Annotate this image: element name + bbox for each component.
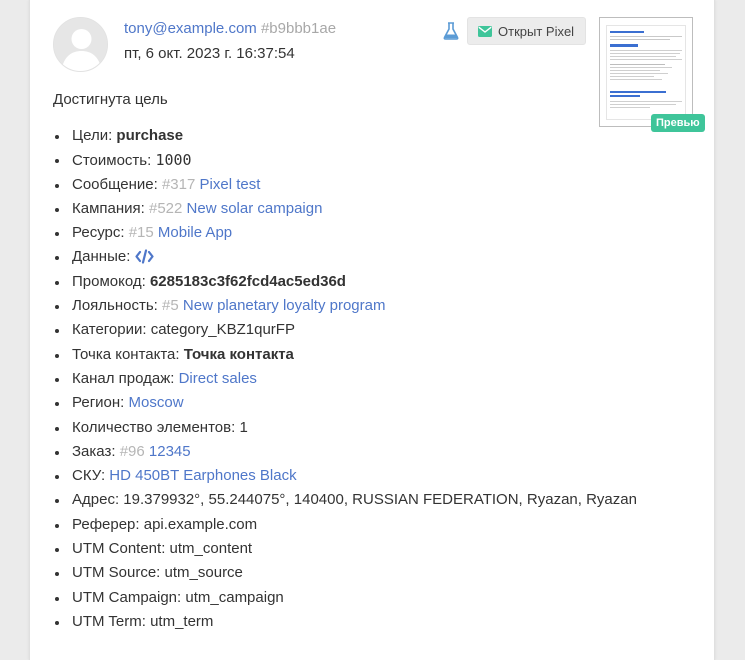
event-fields-list: Цели: purchase Стоимость: 1000 Сообщение… — [53, 124, 693, 634]
field-id: #96 — [119, 442, 145, 460]
resource-link[interactable]: Mobile App — [158, 224, 232, 241]
field-label: Стоимость: — [72, 152, 152, 170]
field-data: Данные: — [53, 245, 693, 269]
field-goals: Цели: purchase — [53, 124, 693, 148]
field-utm-content: UTM Content: utm_content — [53, 537, 693, 561]
field-value: 19.379932°, 55.244075°, 140400, RUSSIAN … — [123, 491, 637, 509]
field-label: UTM Content: — [72, 540, 166, 558]
field-label: Регион: — [72, 394, 125, 412]
field-campaign: Кампания: #522 New solar campaign — [53, 197, 693, 221]
field-contact-point: Точка контакта: Точка контакта — [53, 343, 693, 367]
open-pixel-label: Открыт Pixel — [498, 23, 575, 39]
field-label: UTM Term: — [72, 612, 146, 630]
field-label: Данные: — [72, 248, 131, 266]
field-id: #522 — [148, 199, 183, 217]
field-region: Регион: Moscow — [53, 391, 693, 415]
field-value: 1000 — [155, 151, 192, 170]
field-address: Адрес: 19.379932°, 55.244075°, 140400, R… — [53, 488, 693, 512]
field-label: Адрес: — [72, 491, 120, 509]
field-categories: Категории: category_KBZ1qurFP — [53, 318, 693, 342]
field-label: Точка контакта: — [72, 345, 180, 363]
event-meta: tony@example.com #b9bbb1ae пт, 6 окт. 20… — [124, 20, 336, 63]
field-label: Ресурс: — [72, 224, 125, 242]
field-id: #5 — [162, 297, 179, 315]
field-resource: Ресурс: #15 Mobile App — [53, 221, 693, 245]
field-label: Цели: — [72, 127, 113, 144]
avatar — [53, 17, 108, 72]
code-icon[interactable] — [134, 249, 154, 265]
field-label: Количество элементов: — [72, 418, 236, 436]
field-value: utm_campaign — [185, 588, 284, 606]
field-order: Заказ: #96 12345 — [53, 440, 693, 464]
field-sku: СКУ: HD 450BT Earphones Black — [53, 464, 693, 488]
field-utm-term: UTM Term: utm_term — [53, 610, 693, 634]
field-message: Сообщение: #317 Pixel test — [53, 173, 693, 197]
field-label: Реферер: — [72, 515, 140, 533]
contact-email-link[interactable]: tony@example.com — [124, 20, 257, 37]
sales-channel-link[interactable]: Direct sales — [179, 370, 257, 387]
preview-content-image — [610, 31, 682, 108]
field-value: Точка контакта — [183, 345, 294, 363]
loyalty-link[interactable]: New planetary loyalty program — [183, 297, 386, 314]
field-label: Сообщение: — [72, 175, 158, 193]
field-utm-campaign: UTM Campaign: utm_campaign — [53, 586, 693, 610]
field-label: Кампания: — [72, 199, 145, 217]
field-value: purchase — [116, 127, 184, 144]
preview-page — [606, 25, 686, 120]
field-label: Лояльность: — [72, 297, 158, 315]
field-label: Заказ: — [72, 442, 116, 460]
field-referrer: Реферер: api.example.com — [53, 513, 693, 537]
event-card: tony@example.com #b9bbb1ae пт, 6 окт. 20… — [29, 0, 715, 660]
field-items-count: Количество элементов: 1 — [53, 416, 693, 440]
field-cost: Стоимость: 1000 — [53, 148, 693, 172]
campaign-link[interactable]: New solar campaign — [187, 200, 323, 217]
field-value: 6285183c3f62fcd4ac5ed36d — [149, 272, 346, 290]
avatar-placeholder-icon — [54, 18, 107, 71]
field-value: api.example.com — [143, 515, 258, 533]
order-link[interactable]: 12345 — [149, 443, 191, 460]
sku-link[interactable]: HD 450BT Earphones Black — [109, 467, 296, 484]
message-preview-thumbnail[interactable] — [599, 17, 693, 127]
field-promo: Промокод: 6285183c3f62fcd4ac5ed36d — [53, 270, 693, 294]
field-value: category_KBZ1qurFP — [150, 321, 295, 339]
field-value: 1 — [239, 418, 248, 436]
region-link[interactable]: Moscow — [129, 394, 184, 411]
field-label: Категории: — [72, 321, 147, 339]
field-id: #317 — [161, 175, 196, 193]
field-loyalty: Лояльность: #5 New planetary loyalty pro… — [53, 294, 693, 318]
envelope-icon — [478, 25, 492, 37]
field-sales-channel: Канал продаж: Direct sales — [53, 367, 693, 391]
field-utm-source: UTM Source: utm_source — [53, 561, 693, 585]
flask-icon — [443, 22, 459, 40]
event-summary: Достигнута цель — [53, 91, 168, 108]
field-value: utm_term — [150, 612, 214, 630]
event-date: пт, 6 окт. 2023 г. 16:37:54 — [124, 45, 295, 62]
field-label: UTM Campaign: — [72, 588, 182, 606]
field-value: utm_content — [169, 540, 253, 558]
field-label: Промокод: — [72, 272, 146, 290]
field-value: utm_source — [164, 564, 243, 582]
field-label: Канал продаж: — [72, 369, 175, 387]
field-id: #15 — [128, 224, 154, 242]
field-label: СКУ: — [72, 467, 106, 485]
contact-hash: #b9bbb1ae — [260, 20, 337, 37]
field-label: UTM Source: — [72, 564, 161, 582]
open-pixel-button[interactable]: Открыт Pixel — [467, 17, 587, 45]
message-link[interactable]: Pixel test — [200, 176, 261, 193]
